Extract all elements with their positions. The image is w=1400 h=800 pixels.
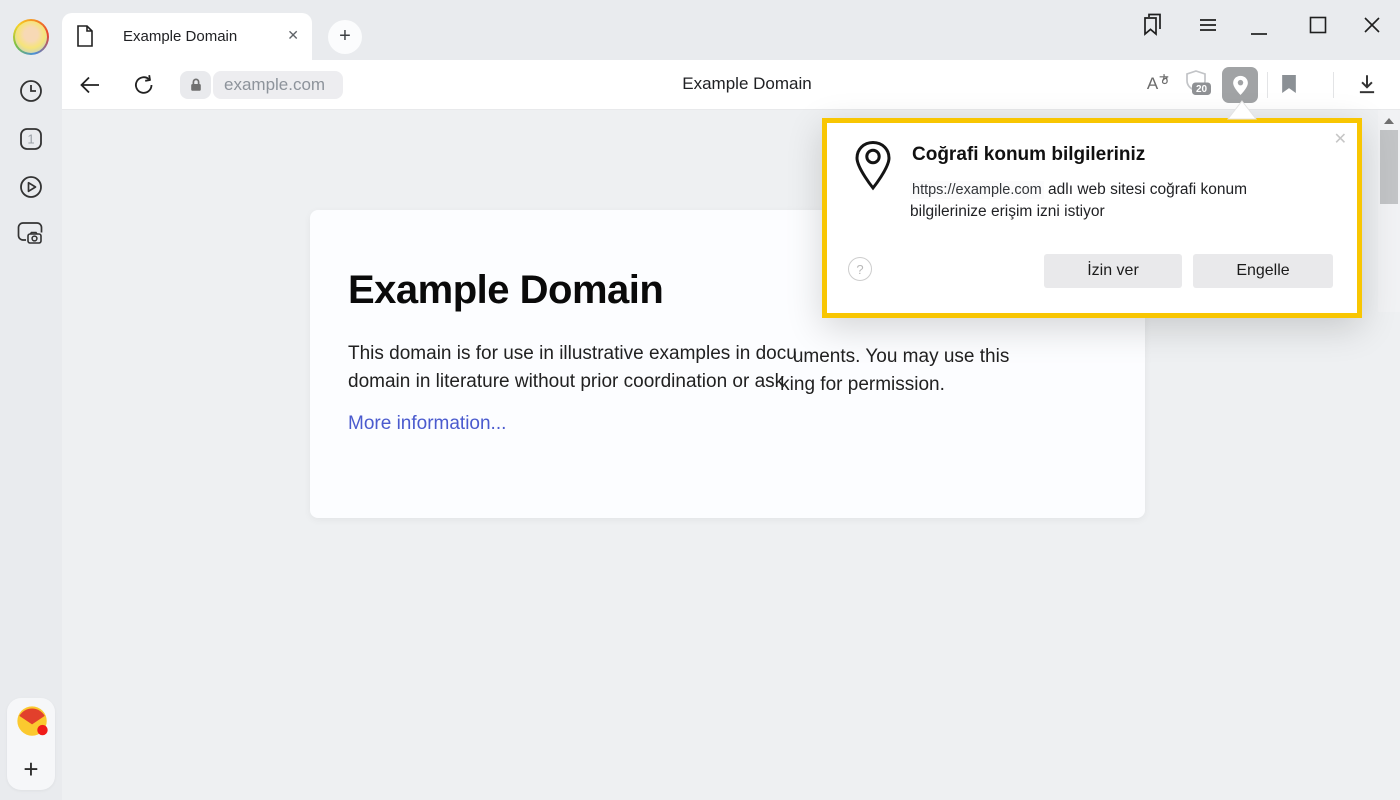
popup-site-url: https://example.com [910, 181, 1044, 199]
close-button[interactable] [1360, 13, 1384, 37]
location-pin-icon [854, 140, 892, 197]
tab-count-icon[interactable]: 1 [18, 126, 44, 157]
download-icon[interactable] [1356, 73, 1378, 96]
menu-icon[interactable] [1196, 13, 1220, 37]
rerender-artifact-text: uments. You may use this [793, 346, 1010, 367]
tab-title: Example Domain [123, 28, 237, 45]
back-icon[interactable] [78, 73, 102, 97]
scrollbar-thumb[interactable] [1380, 130, 1398, 204]
sidebar: 1 + [0, 60, 62, 800]
minimize-button[interactable] [1247, 17, 1271, 41]
panels-icon[interactable] [1140, 13, 1164, 37]
add-app-icon[interactable]: + [23, 756, 38, 782]
geolocation-tool-button[interactable] [1222, 67, 1258, 103]
translate-icon[interactable]: A [1142, 73, 1176, 94]
history-icon[interactable] [18, 78, 44, 109]
title-bar: Example Domain ✕ + [0, 0, 1400, 60]
popup-help-icon[interactable]: ? [848, 257, 872, 281]
page-viewport: Example Domain This domain is for use in… [62, 110, 1400, 800]
site-security-badge[interactable] [180, 71, 211, 99]
more-information-link[interactable]: More information... [348, 413, 506, 435]
toolbar-page-title: Example Domain [622, 74, 872, 94]
mail-app-icon[interactable] [15, 704, 51, 745]
popup-close-icon[interactable]: ✕ [1334, 129, 1347, 149]
page-document-icon [76, 25, 94, 52]
profile-avatar[interactable] [13, 19, 49, 55]
block-button[interactable]: Engelle [1193, 254, 1333, 288]
toolbar-divider [1333, 72, 1334, 98]
scrollbar-up-icon[interactable] [1378, 112, 1400, 130]
bookmark-icon[interactable] [1281, 74, 1297, 94]
rerender-artifact-text: king for permission. [780, 374, 945, 395]
maximize-button[interactable] [1306, 13, 1330, 37]
toolbar: example.com Example Domain A 20 [62, 60, 1400, 110]
play-icon[interactable] [18, 174, 44, 205]
address-bar[interactable]: example.com [213, 71, 343, 99]
popup-title: Coğrafi konum bilgileriniz [912, 144, 1145, 166]
sidebar-app-widget: + [7, 698, 55, 790]
svg-text:20: 20 [1196, 84, 1208, 95]
location-pin-icon [1232, 75, 1249, 96]
screenshot-icon[interactable] [16, 218, 46, 251]
profile-avatar-image [15, 21, 47, 53]
reload-icon[interactable] [132, 73, 156, 97]
popup-caret [1227, 100, 1257, 125]
adblock-shield-icon[interactable]: 20 [1183, 69, 1215, 99]
browser-tab[interactable]: Example Domain ✕ [62, 13, 312, 60]
page-paragraph: This domain is for use in illustrative e… [348, 340, 1145, 396]
popup-message: https://example.com adlı web sitesi coğr… [910, 179, 1302, 223]
geolocation-permission-popup: Coğrafi konum bilgileriniz https://examp… [822, 118, 1362, 318]
allow-button[interactable]: İzin ver [1044, 254, 1182, 288]
svg-text:1: 1 [27, 132, 34, 147]
lock-icon [188, 77, 204, 93]
new-tab-button[interactable]: + [328, 20, 362, 54]
tab-close-icon[interactable]: ✕ [287, 27, 299, 44]
toolbar-divider [1267, 72, 1268, 98]
